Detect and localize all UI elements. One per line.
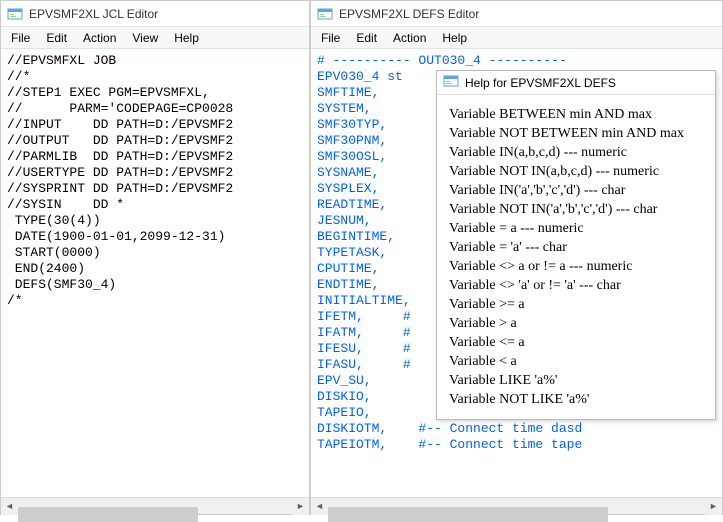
help-line: Variable < a [449, 352, 703, 371]
help-line: Variable BETWEEN min AND max [449, 105, 703, 124]
scroll-left-icon[interactable]: ◄ [311, 498, 328, 515]
help-popup: Help for EPVSMF2XL DEFS Variable BETWEEN… [436, 70, 716, 420]
jcl-text-area[interactable]: //EPVSMFXL JOB //* //STEP1 EXEC PGM=EPVS… [1, 49, 309, 497]
scroll-left-icon[interactable]: ◄ [1, 498, 18, 515]
help-title: Help for EPVSMF2XL DEFS [465, 76, 616, 90]
defs-title-bar[interactable]: EPVSMF2XL DEFS Editor [311, 1, 722, 27]
menu-view[interactable]: View [124, 29, 166, 47]
scroll-right-icon[interactable]: ► [705, 498, 722, 515]
help-line: Variable <> 'a' or != 'a' --- char [449, 276, 703, 295]
menu-edit[interactable]: Edit [348, 29, 385, 47]
help-body: Variable BETWEEN min AND max Variable NO… [437, 95, 715, 419]
help-line: Variable <= a [449, 333, 703, 352]
help-line: Variable <> a or != a --- numeric [449, 257, 703, 276]
menu-edit[interactable]: Edit [38, 29, 75, 47]
app-icon [317, 6, 333, 22]
defs-h-scrollbar[interactable]: ◄ ► [311, 497, 722, 514]
help-line: Variable = a --- numeric [449, 219, 703, 238]
help-line: Variable NOT BETWEEN min AND max [449, 124, 703, 143]
jcl-h-scrollbar[interactable]: ◄ ► [1, 497, 309, 514]
scroll-right-icon[interactable]: ► [292, 498, 309, 515]
menu-help[interactable]: Help [166, 29, 207, 47]
app-icon [7, 6, 23, 22]
defs-menu-bar: File Edit Action Help [311, 27, 722, 49]
menu-help[interactable]: Help [434, 29, 475, 47]
help-line: Variable IN('a','b','c','d') --- char [449, 181, 703, 200]
menu-action[interactable]: Action [75, 29, 124, 47]
help-line: Variable IN(a,b,c,d) --- numeric [449, 143, 703, 162]
help-line: Variable NOT IN('a','b','c','d') --- cha… [449, 200, 703, 219]
jcl-editor-window: EPVSMF2XL JCL Editor File Edit Action Vi… [0, 0, 310, 515]
help-line: Variable > a [449, 314, 703, 333]
help-title-bar[interactable]: Help for EPVSMF2XL DEFS [437, 71, 715, 95]
jcl-menu-bar: File Edit Action View Help [1, 27, 309, 49]
app-icon [443, 73, 459, 92]
menu-file[interactable]: File [313, 29, 348, 47]
jcl-title-bar[interactable]: EPVSMF2XL JCL Editor [1, 1, 309, 27]
help-line: Variable NOT IN(a,b,c,d) --- numeric [449, 162, 703, 181]
help-line: Variable >= a [449, 295, 703, 314]
menu-action[interactable]: Action [385, 29, 434, 47]
help-line: Variable NOT LIKE 'a%' [449, 390, 703, 409]
menu-file[interactable]: File [3, 29, 38, 47]
jcl-title: EPVSMF2XL JCL Editor [29, 7, 158, 21]
help-line: Variable LIKE 'a%' [449, 371, 703, 390]
defs-title: EPVSMF2XL DEFS Editor [339, 7, 479, 21]
help-line: Variable = 'a' --- char [449, 238, 703, 257]
